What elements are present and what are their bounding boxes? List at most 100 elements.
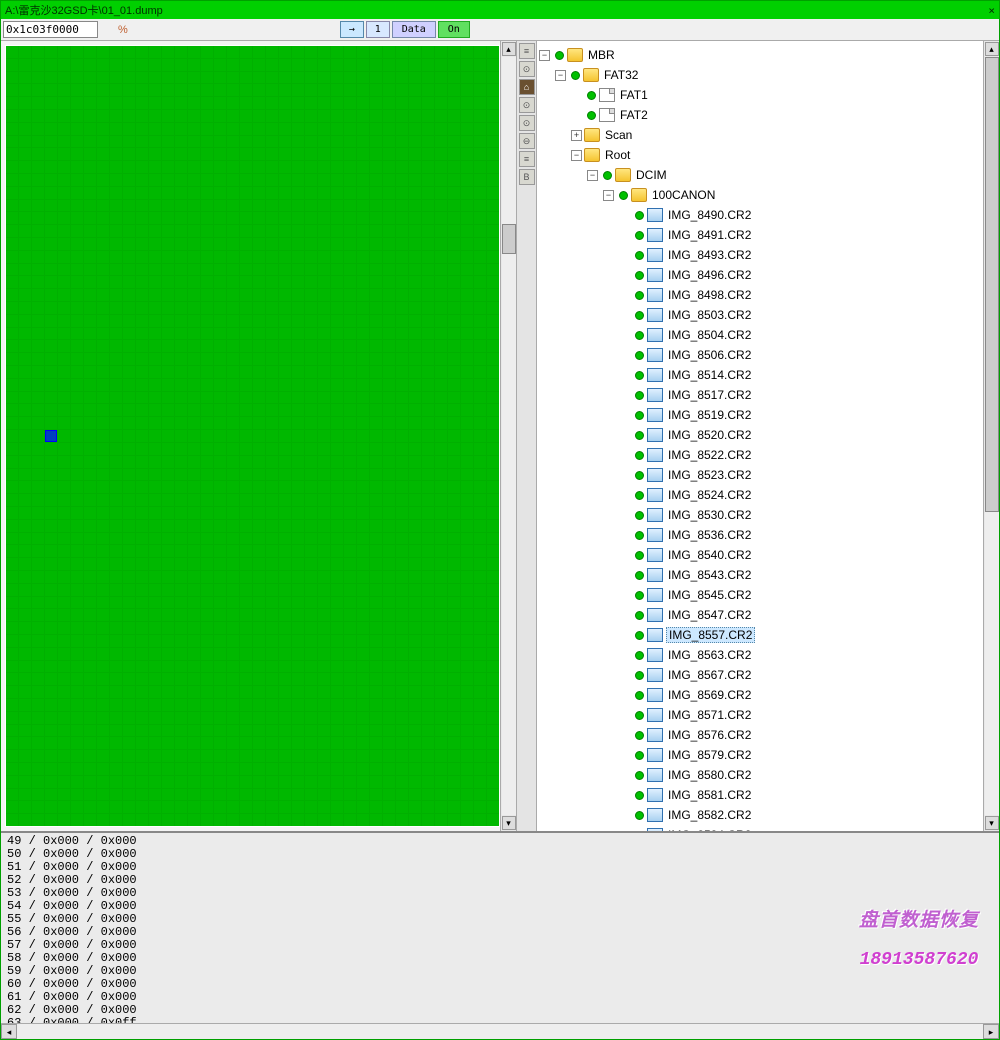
sector-cell[interactable] <box>97 251 109 263</box>
sector-cell[interactable] <box>45 110 57 122</box>
sector-cell[interactable] <box>162 161 174 173</box>
sector-cell[interactable] <box>58 635 70 647</box>
sector-cell[interactable] <box>396 699 408 711</box>
sector-cell[interactable] <box>214 264 226 276</box>
sector-cell[interactable] <box>383 251 395 263</box>
sector-cell[interactable] <box>305 366 317 378</box>
sector-cell[interactable] <box>45 609 57 621</box>
tree-item[interactable]: IMG_8519.CR2 <box>539 405 981 425</box>
sector-cell[interactable] <box>409 699 421 711</box>
sector-cell[interactable] <box>58 456 70 468</box>
sector-cell[interactable] <box>435 392 447 404</box>
sector-cell[interactable] <box>240 315 252 327</box>
side-tool-button[interactable]: ⌂ <box>519 79 535 95</box>
sector-cell[interactable] <box>123 264 135 276</box>
sector-cell[interactable] <box>253 469 265 481</box>
sector-cell[interactable] <box>344 110 356 122</box>
sector-cell[interactable] <box>149 238 161 250</box>
sector-cell[interactable] <box>292 801 304 813</box>
sector-cell[interactable] <box>45 430 57 442</box>
sector-cell[interactable] <box>201 225 213 237</box>
sector-cell[interactable] <box>448 673 460 685</box>
sector-cell[interactable] <box>370 315 382 327</box>
sector-cell[interactable] <box>266 699 278 711</box>
sector-cell[interactable] <box>45 507 57 519</box>
sector-cell[interactable] <box>396 417 408 429</box>
sector-cell[interactable] <box>162 750 174 762</box>
sector-cell[interactable] <box>370 763 382 775</box>
tree-item[interactable]: IMG_8579.CR2 <box>539 745 981 765</box>
sector-cell[interactable] <box>279 315 291 327</box>
sector-cell[interactable] <box>435 801 447 813</box>
sector-cell[interactable] <box>97 148 109 160</box>
sector-cell[interactable] <box>435 276 447 288</box>
sector-cell[interactable] <box>487 776 499 788</box>
sector-cell[interactable] <box>201 609 213 621</box>
sector-cell[interactable] <box>19 366 31 378</box>
sector-cell[interactable] <box>32 481 44 493</box>
sector-cell[interactable] <box>58 46 70 58</box>
sector-cell[interactable] <box>318 494 330 506</box>
sector-cell[interactable] <box>422 686 434 698</box>
sector-cell[interactable] <box>240 430 252 442</box>
sector-cell[interactable] <box>227 673 239 685</box>
sector-cell[interactable] <box>123 776 135 788</box>
sector-cell[interactable] <box>461 353 473 365</box>
sector-cell[interactable] <box>84 225 96 237</box>
sector-cell[interactable] <box>84 72 96 84</box>
sector-cell[interactable] <box>487 597 499 609</box>
sector-cell[interactable] <box>19 276 31 288</box>
sector-cell[interactable] <box>266 763 278 775</box>
sector-cell[interactable] <box>448 136 460 148</box>
sector-cell[interactable] <box>253 289 265 301</box>
sector-cell[interactable] <box>240 571 252 583</box>
sector-cell[interactable] <box>383 814 395 826</box>
sector-cell[interactable] <box>97 84 109 96</box>
sector-cell[interactable] <box>422 776 434 788</box>
sector-cell[interactable] <box>474 558 486 570</box>
sector-cell[interactable] <box>214 750 226 762</box>
sector-cell[interactable] <box>383 558 395 570</box>
sector-cell[interactable] <box>357 622 369 634</box>
sector-cell[interactable] <box>435 648 447 660</box>
sector-cell[interactable] <box>331 789 343 801</box>
sector-cell[interactable] <box>84 456 96 468</box>
sector-cell[interactable] <box>383 161 395 173</box>
sector-cell[interactable] <box>344 59 356 71</box>
sector-cell[interactable] <box>487 737 499 749</box>
sector-cell[interactable] <box>123 725 135 737</box>
sector-cell[interactable] <box>45 571 57 583</box>
sector-cell[interactable] <box>162 136 174 148</box>
sector-cell[interactable] <box>188 238 200 250</box>
sector-cell[interactable] <box>344 392 356 404</box>
sector-cell[interactable] <box>357 686 369 698</box>
sector-cell[interactable] <box>123 801 135 813</box>
sector-cell[interactable] <box>266 776 278 788</box>
sector-cell[interactable] <box>240 533 252 545</box>
sector-cell[interactable] <box>435 686 447 698</box>
sector-cell[interactable] <box>19 686 31 698</box>
sector-cell[interactable] <box>97 430 109 442</box>
sector-cell[interactable] <box>149 622 161 634</box>
sector-cell[interactable] <box>318 712 330 724</box>
side-tool-button[interactable]: ⊙ <box>519 61 535 77</box>
sector-cell[interactable] <box>6 789 18 801</box>
sector-cell[interactable] <box>110 584 122 596</box>
sector-cell[interactable] <box>357 264 369 276</box>
sector-cell[interactable] <box>253 174 265 186</box>
sector-cell[interactable] <box>461 443 473 455</box>
sector-cell[interactable] <box>461 597 473 609</box>
sector-cell[interactable] <box>305 97 317 109</box>
sector-cell[interactable] <box>487 635 499 647</box>
sector-cell[interactable] <box>266 648 278 660</box>
sector-cell[interactable] <box>227 456 239 468</box>
sector-cell[interactable] <box>45 635 57 647</box>
sector-cell[interactable] <box>110 392 122 404</box>
sector-cell[interactable] <box>123 609 135 621</box>
sector-cell[interactable] <box>123 379 135 391</box>
sector-cell[interactable] <box>227 276 239 288</box>
sector-cell[interactable] <box>136 340 148 352</box>
sector-cell[interactable] <box>84 174 96 186</box>
sector-cell[interactable] <box>344 533 356 545</box>
sector-cell[interactable] <box>136 97 148 109</box>
